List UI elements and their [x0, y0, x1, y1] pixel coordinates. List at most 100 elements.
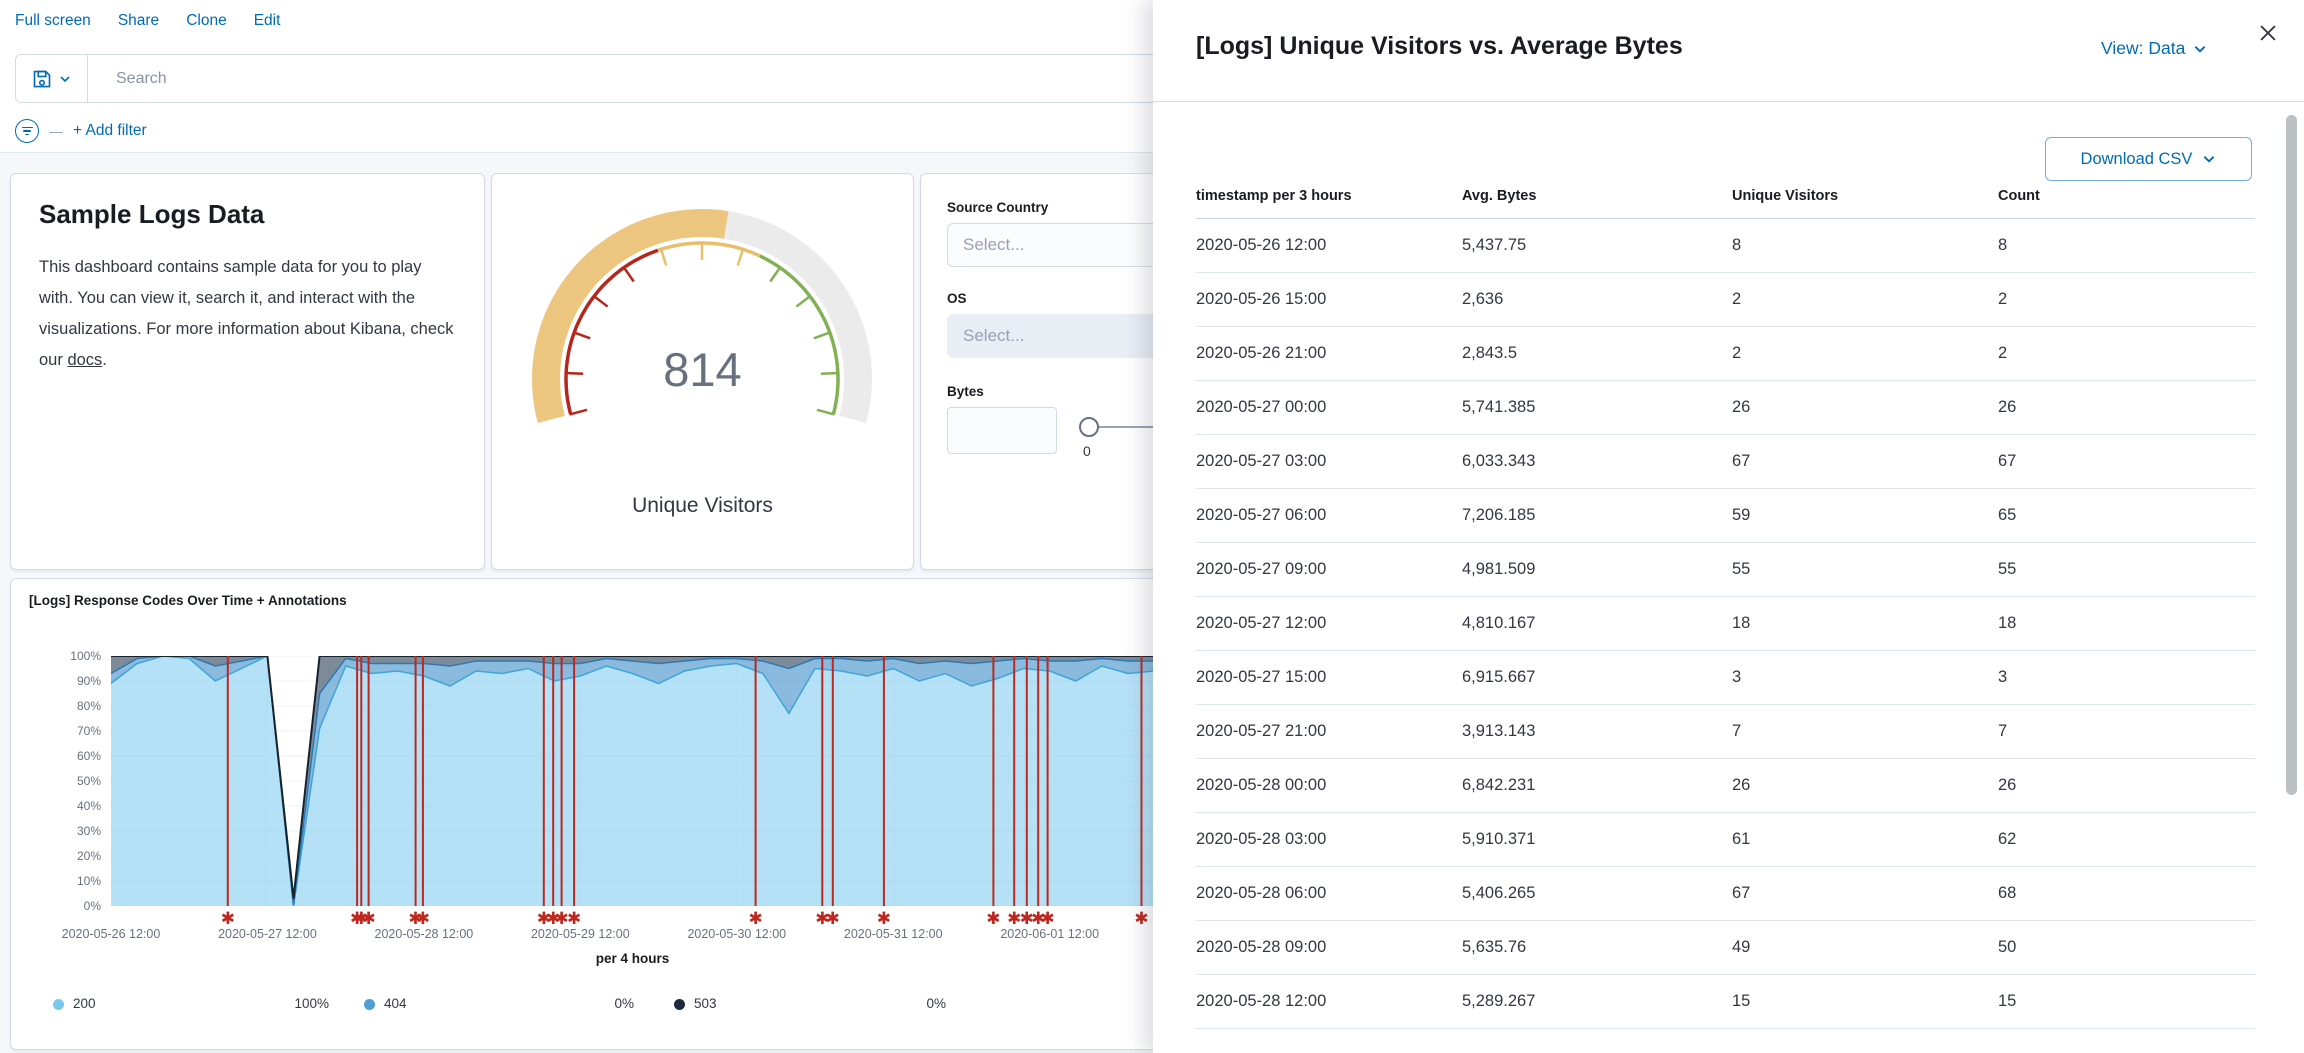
- download-csv-button[interactable]: Download CSV: [2045, 137, 2252, 181]
- table-row[interactable]: 2020-05-26 21:002,843.522: [1196, 327, 2255, 381]
- legend-label-404[interactable]: 404: [384, 996, 407, 1011]
- annotation-asterisk-icon[interactable]: ✱: [361, 909, 375, 929]
- data-flyout: [Logs] Unique Visitors vs. Average Bytes…: [1153, 0, 2304, 1053]
- table-row[interactable]: 2020-05-26 12:005,437.7588: [1196, 219, 2255, 273]
- flyout-scrollbar[interactable]: [2286, 115, 2297, 795]
- column-header-avg-bytes[interactable]: Avg. Bytes: [1462, 188, 1732, 219]
- y-tick-label: 10%: [61, 874, 101, 888]
- table-cell: 2: [1732, 327, 1998, 381]
- table-cell: 2020-05-27 09:00: [1196, 543, 1462, 597]
- y-tick-label: 60%: [61, 749, 101, 763]
- table-row[interactable]: 2020-05-27 15:006,915.66733: [1196, 651, 2255, 705]
- table-row[interactable]: 2020-05-27 03:006,033.3436767: [1196, 435, 2255, 489]
- x-tick-label: 2020-05-31 12:00: [823, 927, 963, 941]
- table-cell: 55: [1998, 543, 2255, 597]
- table-cell: 15: [1732, 975, 1998, 1029]
- edit-link[interactable]: Edit: [254, 12, 281, 30]
- table-row[interactable]: 2020-05-26 15:002,63622: [1196, 273, 2255, 327]
- filter-icon[interactable]: [15, 119, 39, 143]
- table-cell: 67: [1998, 435, 2255, 489]
- table-row[interactable]: 2020-05-28 09:005,635.764950: [1196, 921, 2255, 975]
- chart-legend: 200 100% 404 0% 503 0%: [11, 991, 1154, 1021]
- table-cell: 2020-05-28 09:00: [1196, 921, 1462, 975]
- saved-query-menu-button[interactable]: [16, 55, 88, 102]
- add-filter-button[interactable]: + Add filter: [73, 122, 147, 140]
- table-cell: 68: [1998, 867, 2255, 921]
- annotation-asterisk-icon[interactable]: ✱: [986, 909, 1000, 929]
- table-cell: 2020-05-27 12:00: [1196, 597, 1462, 651]
- annotation-asterisk-icon[interactable]: ✱: [877, 909, 891, 929]
- bytes-min-input[interactable]: [947, 407, 1057, 454]
- table-cell: 59: [1732, 489, 1998, 543]
- table-cell: 2020-05-28 00:00: [1196, 759, 1462, 813]
- table-cell: 2020-05-28 06:00: [1196, 867, 1462, 921]
- table-cell: 5,437.75: [1462, 219, 1732, 273]
- table-cell: 6,842.231: [1462, 759, 1732, 813]
- table-cell: 5,635.76: [1462, 921, 1732, 975]
- response-codes-panel[interactable]: [Logs] Response Codes Over Time + Annota…: [10, 578, 1170, 1050]
- y-tick-label: 100%: [61, 649, 101, 663]
- clone-link[interactable]: Clone: [186, 12, 227, 30]
- x-tick-label: 2020-05-30 12:00: [667, 927, 807, 941]
- table-cell: 67: [1732, 867, 1998, 921]
- table-cell: 2: [1732, 273, 1998, 327]
- table-cell: 4,981.509: [1462, 543, 1732, 597]
- table-cell: 26: [1732, 381, 1998, 435]
- docs-link[interactable]: docs: [67, 351, 102, 369]
- x-tick-label: 2020-05-26 12:00: [41, 927, 181, 941]
- column-header-timestamp[interactable]: timestamp per 3 hours: [1196, 188, 1462, 219]
- table-cell: 26: [1998, 381, 2255, 435]
- legend-value-404: 0%: [544, 996, 634, 1011]
- table-row[interactable]: 2020-05-27 09:004,981.5095555: [1196, 543, 2255, 597]
- table-row[interactable]: 2020-05-27 06:007,206.1855965: [1196, 489, 2255, 543]
- view-data-dropdown[interactable]: View: Data: [2101, 38, 2207, 59]
- slider-handle[interactable]: [1079, 417, 1099, 437]
- legend-label-200[interactable]: 200: [73, 996, 96, 1011]
- table-row[interactable]: 2020-05-28 12:005,289.2671515: [1196, 975, 2255, 1029]
- y-tick-label: 30%: [61, 824, 101, 838]
- annotation-asterisk-icon[interactable]: ✱: [748, 909, 762, 929]
- table-cell: 2020-05-27 15:00: [1196, 651, 1462, 705]
- annotation-asterisk-icon[interactable]: ✱: [221, 909, 235, 929]
- table-cell: 2020-05-26 21:00: [1196, 327, 1462, 381]
- filter-separator: —: [49, 123, 63, 139]
- table-cell: 7: [1998, 705, 2255, 759]
- table-cell: 2,843.5: [1462, 327, 1732, 381]
- annotation-asterisk-icon[interactable]: ✱: [567, 909, 581, 929]
- annotation-asterisk-icon[interactable]: ✱: [826, 909, 840, 929]
- annotation-asterisk-icon[interactable]: ✱: [1134, 909, 1148, 929]
- full-screen-link[interactable]: Full screen: [15, 12, 91, 30]
- sample-logs-panel: Sample Logs Data This dashboard contains…: [10, 173, 485, 570]
- annotation-asterisk-icon[interactable]: ✱: [416, 909, 430, 929]
- unique-visitors-gauge-panel[interactable]: 814 Unique Visitors: [491, 173, 914, 570]
- save-icon: [32, 69, 52, 89]
- table-cell: 62: [1998, 813, 2255, 867]
- table-row[interactable]: 2020-05-27 12:004,810.1671818: [1196, 597, 2255, 651]
- legend-value-200: 100%: [239, 996, 329, 1011]
- close-icon[interactable]: [2257, 22, 2279, 44]
- table-cell: 3: [1732, 651, 1998, 705]
- table-row[interactable]: 2020-05-27 21:003,913.14377: [1196, 705, 2255, 759]
- table-cell: 49: [1732, 921, 1998, 975]
- filter-bar: — + Add filter: [15, 118, 147, 144]
- table-cell: 5,406.265: [1462, 867, 1732, 921]
- column-header-unique-visitors[interactable]: Unique Visitors: [1732, 188, 1998, 219]
- table-row[interactable]: 2020-05-28 00:006,842.2312626: [1196, 759, 2255, 813]
- table-cell: 6,915.667: [1462, 651, 1732, 705]
- table-cell: 61: [1732, 813, 1998, 867]
- annotation-asterisk-icon[interactable]: ✱: [1040, 909, 1054, 929]
- y-tick-label: 20%: [61, 849, 101, 863]
- chevron-down-icon: [59, 73, 71, 85]
- column-header-count[interactable]: Count: [1998, 188, 2255, 219]
- x-tick-label: 2020-05-28 12:00: [354, 927, 494, 941]
- table-cell: 5,910.371: [1462, 813, 1732, 867]
- share-link[interactable]: Share: [118, 12, 159, 30]
- x-tick-label: 2020-05-27 12:00: [197, 927, 337, 941]
- legend-label-503[interactable]: 503: [694, 996, 717, 1011]
- sample-panel-title: Sample Logs Data: [39, 199, 456, 230]
- table-row[interactable]: 2020-05-28 06:005,406.2656768: [1196, 867, 2255, 921]
- table-row[interactable]: 2020-05-28 03:005,910.3716162: [1196, 813, 2255, 867]
- table-cell: 5,741.385: [1462, 381, 1732, 435]
- table-cell: 2020-05-28 12:00: [1196, 975, 1462, 1029]
- table-row[interactable]: 2020-05-27 00:005,741.3852626: [1196, 381, 2255, 435]
